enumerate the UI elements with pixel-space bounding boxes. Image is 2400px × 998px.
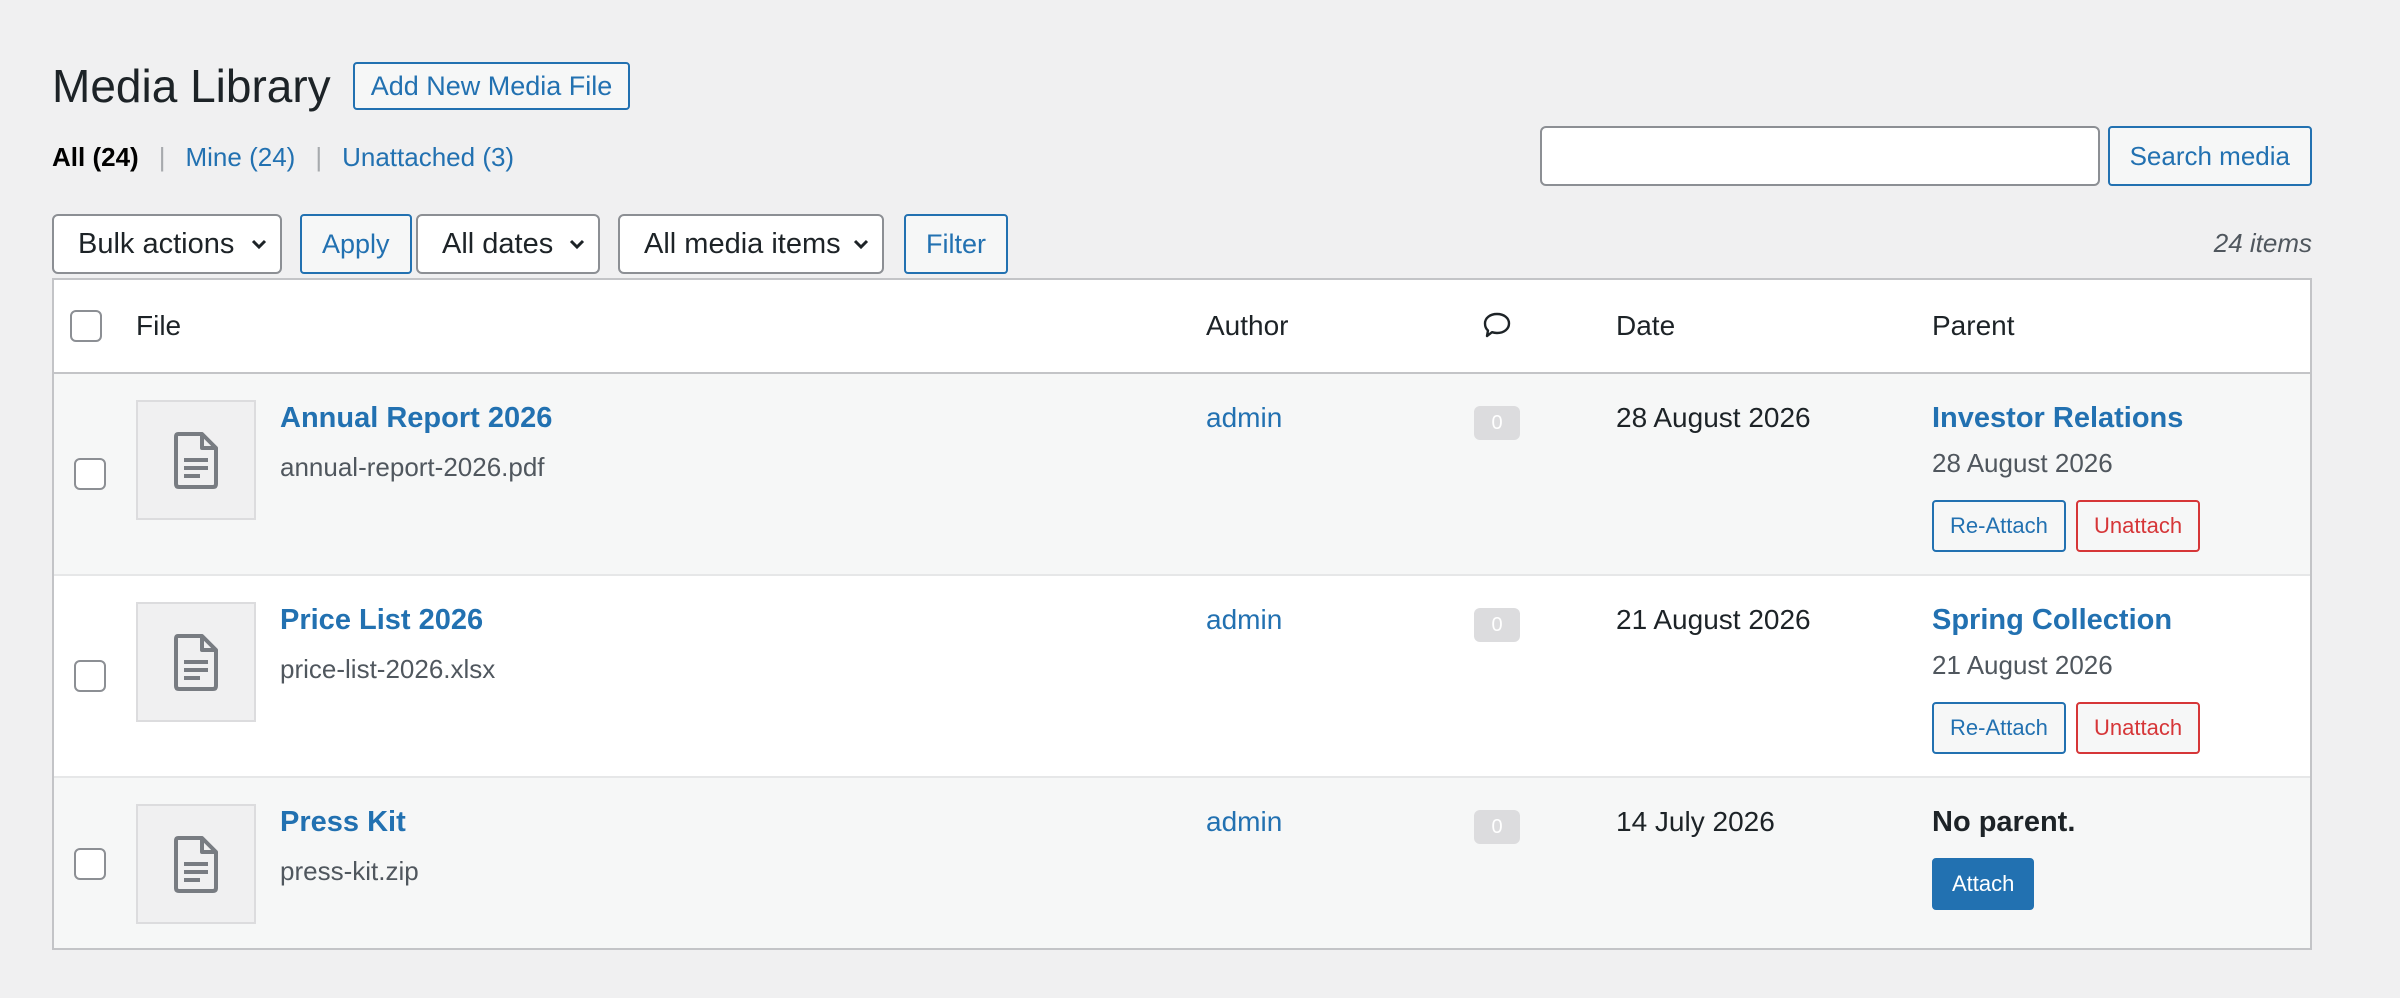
comment-count-badge: 0 [1474,810,1520,844]
filter-button[interactable]: Filter [904,214,1008,274]
file-thumbnail[interactable] [136,804,256,924]
table-header: File Author Date Parent [54,280,2310,374]
apply-button[interactable]: Apply [300,214,412,274]
upload-date: 21 August 2026 [1616,604,1811,635]
comment-icon[interactable] [1482,310,1512,340]
bulk-actions-select[interactable]: Bulk actions [52,214,282,274]
file-name: price-list-2026.xlsx [280,654,496,684]
no-parent-label: No parent. [1932,806,2076,838]
column-file[interactable]: File [136,310,181,342]
media-table: File Author Date Parent Annual Report 20… [52,278,2312,950]
view-mine[interactable]: Mine (24) [185,142,295,173]
table-row: Press Kit press-kit.zip admin 0 14 July … [54,778,2310,948]
page-title: Media Library [52,60,331,112]
upload-date: 28 August 2026 [1616,402,1811,433]
parent-date: 28 August 2026 [1932,448,2113,478]
column-date[interactable]: Date [1616,310,1675,342]
upload-date: 14 July 2026 [1616,806,1775,837]
view-separator: | [158,142,166,172]
table-row: Price List 2026 price-list-2026.xlsx adm… [54,576,2310,778]
media-type-filter-label: All media items [644,227,841,260]
view-unattached[interactable]: Unattached (3) [342,142,514,173]
view-all[interactable]: All (24) [52,142,139,173]
document-icon [174,634,218,691]
search-media-button[interactable]: Search media [2107,126,2312,186]
unattach-button[interactable]: Unattach [2076,500,2201,552]
media-type-filter-select[interactable]: All media items [618,214,884,274]
column-author: Author [1206,310,1289,341]
author-link[interactable]: admin [1206,402,1282,434]
file-name: press-kit.zip [280,856,419,886]
reattach-button[interactable]: Re-Attach [1932,500,2066,552]
author-link[interactable]: admin [1206,604,1282,636]
search-input[interactable] [1539,126,2100,186]
file-title-link[interactable]: Annual Report 2026 [280,402,552,435]
parent-link[interactable]: Spring Collection [1932,604,2172,637]
add-new-media-button[interactable]: Add New Media File [352,62,631,110]
table-row: Annual Report 2026 annual-report-2026.pd… [54,374,2310,576]
file-thumbnail[interactable] [136,400,256,520]
items-count: 24 items [2213,228,2312,258]
author-link[interactable]: admin [1206,806,1282,838]
row-checkbox[interactable] [74,848,106,880]
bulk-actions-label: Bulk actions [78,227,235,260]
document-icon [174,432,218,489]
parent-link[interactable]: Investor Relations [1932,402,2183,435]
chevron-down-icon [853,239,869,250]
dates-filter-select[interactable]: All dates [416,214,600,274]
file-title-link[interactable]: Press Kit [280,806,406,839]
unattach-button[interactable]: Unattach [2076,702,2201,754]
reattach-button[interactable]: Re-Attach [1932,702,2066,754]
table-nav: Bulk actions Apply All dates All media i… [52,214,2312,276]
view-separator: | [315,142,323,172]
parent-date: 21 August 2026 [1932,650,2113,680]
file-name: annual-report-2026.pdf [280,452,545,482]
file-thumbnail[interactable] [136,602,256,722]
page-header: Media Library Add New Media File [52,60,631,112]
attach-button[interactable]: Attach [1932,858,2035,910]
search-box: Search media [1539,126,2312,186]
column-parent[interactable]: Parent [1932,310,2015,342]
document-icon [174,836,218,893]
comment-count-badge: 0 [1474,608,1520,642]
comment-count-badge: 0 [1474,406,1520,440]
select-all-checkbox[interactable] [70,310,102,342]
chevron-down-icon [251,239,267,250]
file-title-link[interactable]: Price List 2026 [280,604,483,637]
row-checkbox[interactable] [74,660,106,692]
view-filters: All (24) | Mine (24) | Unattached (3) [52,142,514,173]
row-checkbox[interactable] [74,458,106,490]
chevron-down-icon [569,239,585,250]
dates-filter-label: All dates [442,227,554,260]
